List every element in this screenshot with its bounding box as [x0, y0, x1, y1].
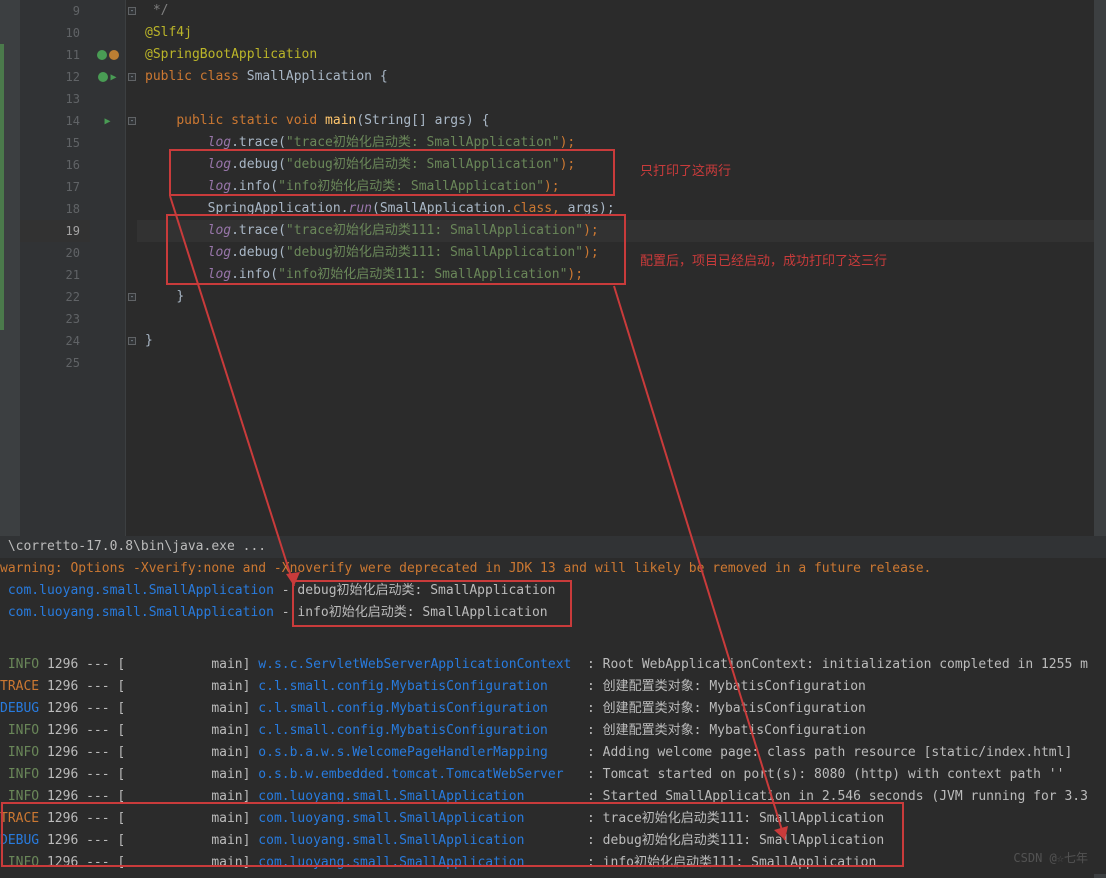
log-line: INFO 1296 --- [ main] com.luoyang.small.… [0, 852, 1106, 874]
line-num[interactable]: 24 [20, 330, 90, 352]
line-num[interactable]: 10 [20, 22, 90, 44]
line-num[interactable]: 15 [20, 132, 90, 154]
run-icon [98, 72, 108, 82]
line-num[interactable]: 13 [20, 88, 90, 110]
line-num[interactable]: 12 [20, 66, 90, 88]
line-num[interactable]: 11 [20, 44, 90, 66]
log-line: INFO 1296 --- [ main] o.s.b.w.embedded.t… [0, 764, 1106, 786]
watermark: CSDN @☆七年 [1013, 849, 1088, 866]
exec-command: \corretto-17.0.8\bin\java.exe ... [0, 536, 1106, 558]
line-num[interactable]: 16 [20, 154, 90, 176]
line-num[interactable]: 17 [20, 176, 90, 198]
line-num[interactable]: 20 [20, 242, 90, 264]
annotation: @SpringBootApplication [145, 47, 317, 62]
run-icon [97, 50, 107, 60]
log-output[interactable]: INFO 1296 --- [ main] w.s.c.ServletWebSe… [0, 654, 1106, 874]
annotation: @Slf4j [145, 25, 192, 40]
run-method-gutter-icon[interactable]: ▶ [90, 110, 125, 132]
fold-marker-icon[interactable]: - [128, 337, 136, 345]
line-number-gutter[interactable]: 9 10 11 12 13 14 15 16 17 18 19 20 21 22… [20, 0, 90, 536]
vcs-change-bar[interactable] [0, 44, 4, 330]
fold-marker-icon[interactable]: - [128, 73, 136, 81]
log-line: INFO 1296 --- [ main] o.s.b.a.w.s.Welcom… [0, 742, 1106, 764]
line-num[interactable]: 23 [20, 308, 90, 330]
fold-marker-icon[interactable]: - [128, 117, 136, 125]
debug-icon [109, 50, 119, 60]
log-line: TRACE 1296 --- [ main] c.l.small.config.… [0, 676, 1106, 698]
console-warning: warning: Options -Xverify:none and -Xnov… [0, 561, 931, 576]
annotation-text: 配置后，项目已经启动，成功打印了这三行 [640, 250, 887, 269]
annotation-text: 只打印了这两行 [640, 160, 731, 179]
line-num[interactable]: 21 [20, 264, 90, 286]
line-num[interactable]: 14 [20, 110, 90, 132]
fold-marker-icon[interactable]: - [128, 293, 136, 301]
play-icon: ▶ [104, 116, 110, 127]
comment: */ [145, 3, 168, 18]
code-content[interactable]: */ @Slf4j @SpringBootApplication public … [137, 0, 1106, 536]
line-num-current[interactable]: 19 [20, 220, 90, 242]
console-panel: \corretto-17.0.8\bin\java.exe ... warnin… [0, 536, 1106, 874]
fold-marker-icon[interactable]: - [128, 7, 136, 15]
line-num[interactable]: 9 [20, 0, 90, 22]
log-line: INFO 1296 --- [ main] com.luoyang.small.… [0, 786, 1106, 808]
code-editor: 9 10 11 12 13 14 15 16 17 18 19 20 21 22… [0, 0, 1106, 536]
line-num[interactable]: 25 [20, 352, 90, 374]
log-line: INFO 1296 --- [ main] c.l.small.config.M… [0, 720, 1106, 742]
log-line: DEBUG 1296 --- [ main] c.l.small.config.… [0, 698, 1106, 720]
run-class-gutter-icon[interactable] [90, 44, 125, 66]
play-icon: ▶ [110, 72, 116, 83]
log-line: INFO 1296 --- [ main] w.s.c.ServletWebSe… [0, 654, 1106, 676]
run-class-gutter-icon[interactable]: ▶ [90, 66, 125, 88]
gutter-icons: ▶ ▶ [90, 0, 125, 536]
line-num[interactable]: 18 [20, 198, 90, 220]
log-line: TRACE 1296 --- [ main] com.luoyang.small… [0, 808, 1106, 830]
fold-column[interactable]: - - - - - [125, 0, 137, 536]
line-num[interactable]: 22 [20, 286, 90, 308]
log-line: DEBUG 1296 --- [ main] com.luoyang.small… [0, 830, 1106, 852]
